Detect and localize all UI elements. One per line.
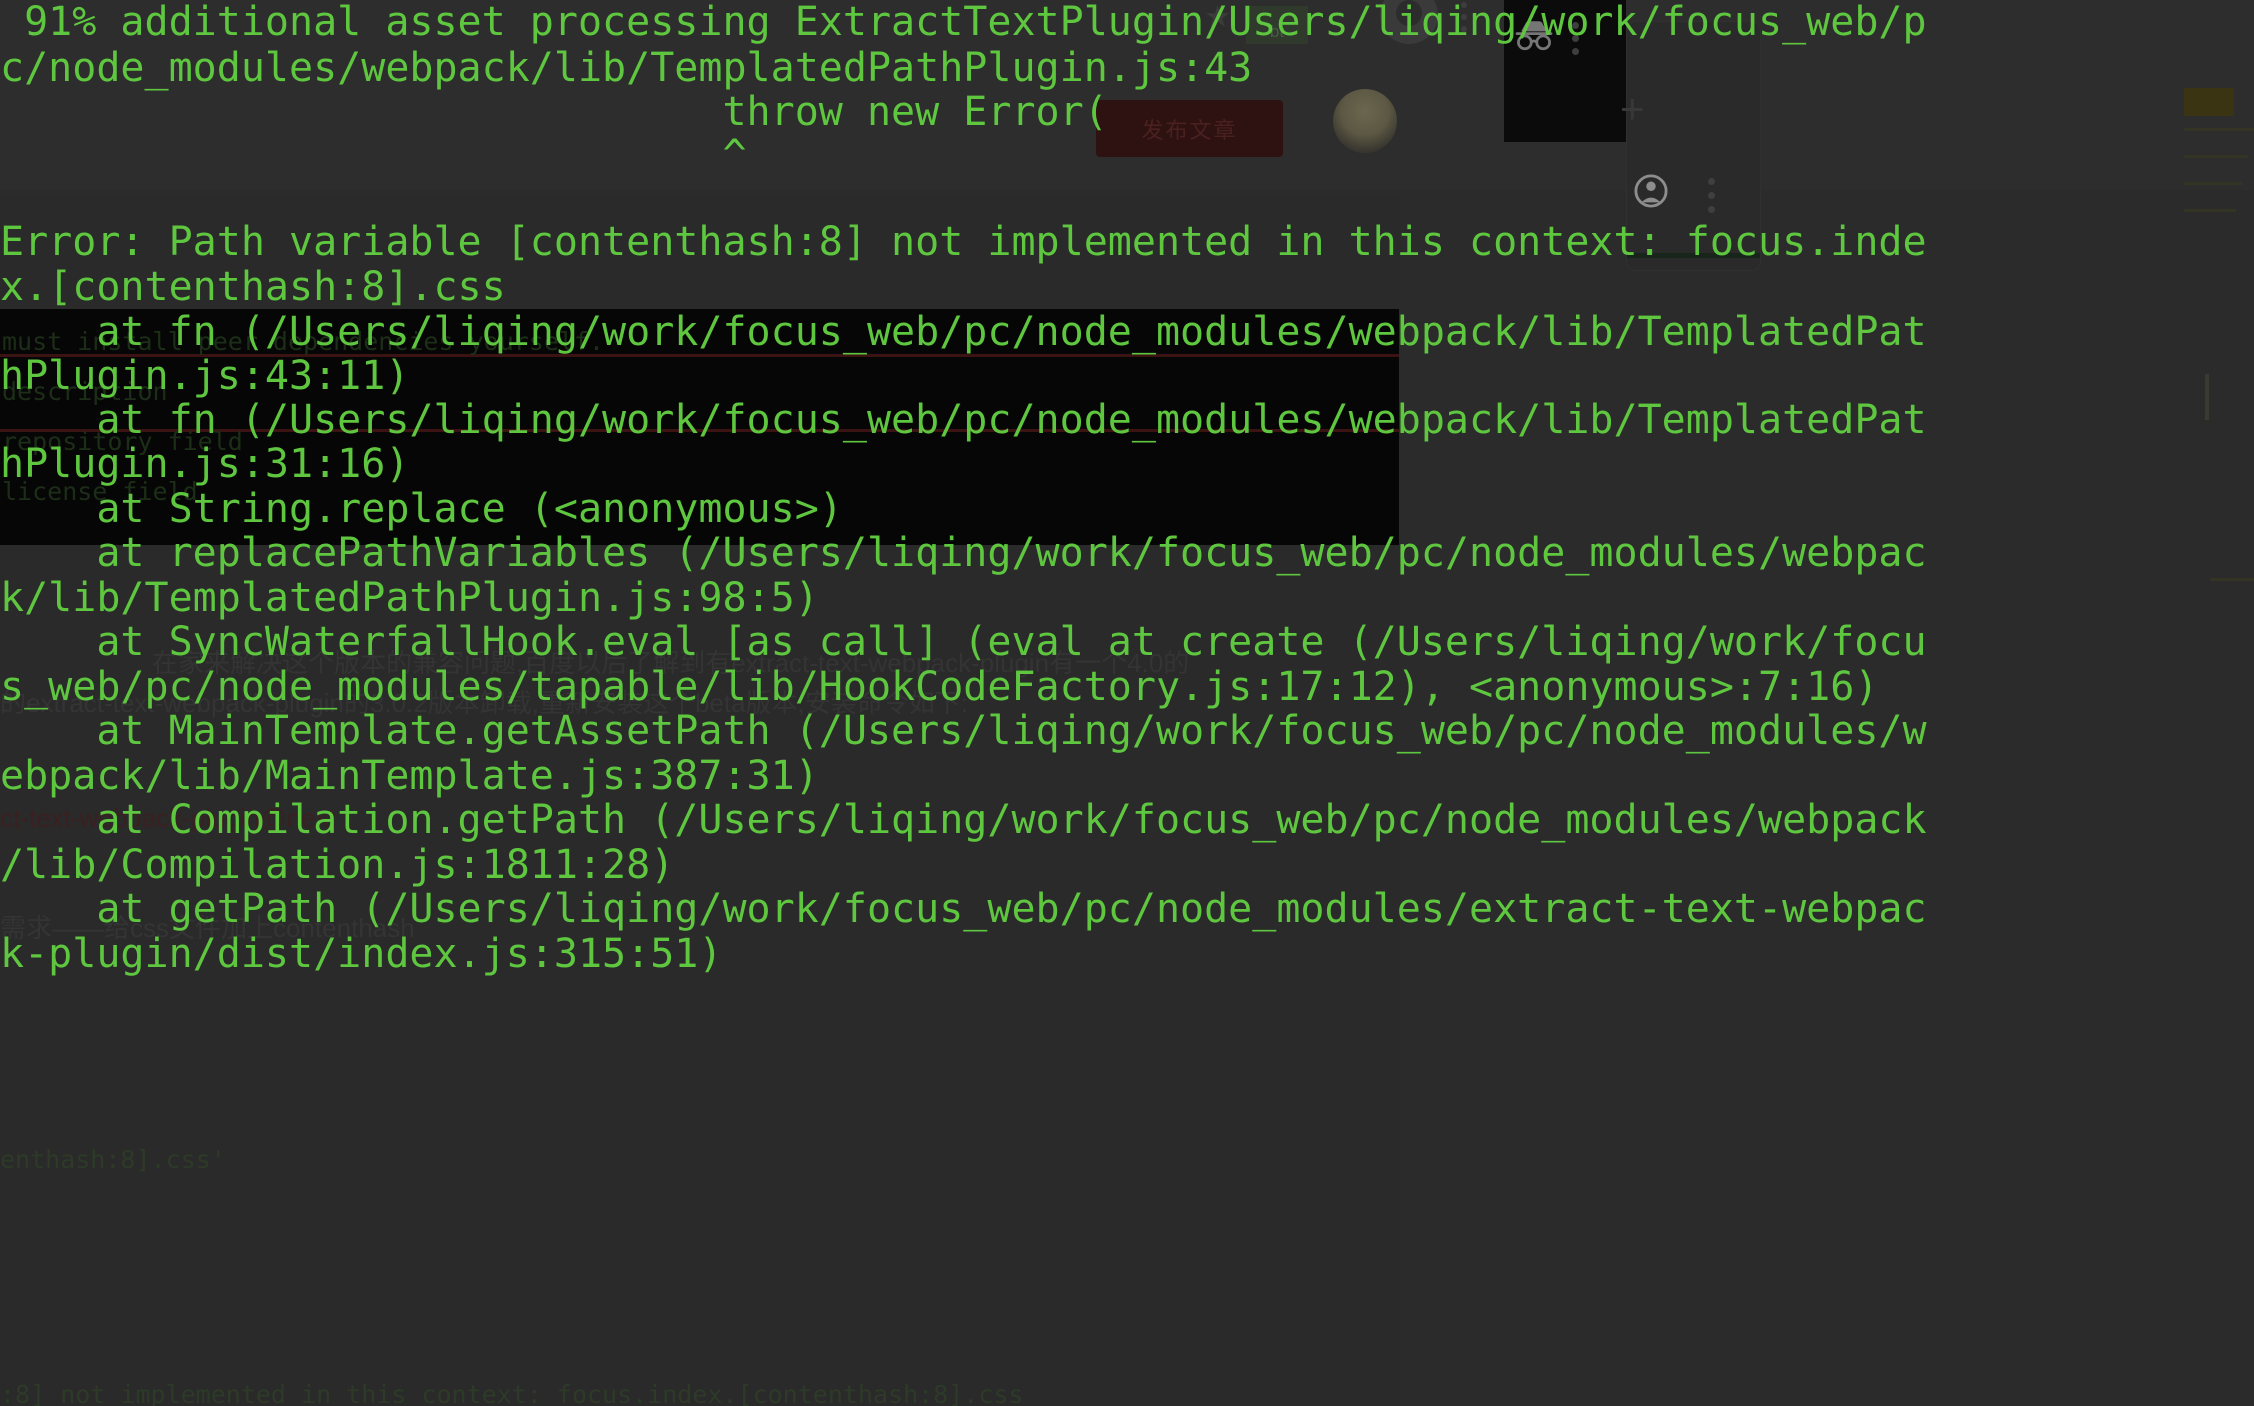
background-site-header bbox=[0, 0, 2254, 190]
error-output-panel: must install peer dependencies yourself.… bbox=[0, 309, 1399, 545]
ghost-text: repository field bbox=[2, 427, 243, 456]
article-text: enthash:8].css' bbox=[0, 1145, 226, 1174]
scrollbar-thumb[interactable] bbox=[2205, 374, 2209, 420]
incognito-icon bbox=[1515, 21, 1553, 51]
badge-label: bt bbox=[1246, 6, 1308, 44]
person-icon bbox=[1634, 174, 1668, 208]
article-text: 需求——给css文件加上contenthash bbox=[0, 913, 415, 943]
toc-selected-item[interactable] bbox=[2184, 88, 2234, 116]
publish-article-button[interactable]: 发布文章 bbox=[1096, 100, 1283, 157]
article-text: 的extract-text-webpack-plugin的3.0.2版本卸载,重… bbox=[0, 688, 969, 718]
kebab-menu-icon[interactable] bbox=[1708, 178, 1715, 213]
article-text: :8] not implemented in this context: foc… bbox=[0, 1380, 1024, 1406]
toc-item[interactable] bbox=[2210, 578, 2254, 581]
background-webpage: ★ bt 发布文章 must install peer dependencies… bbox=[0, 0, 2254, 1406]
ghost-text: must install peer dependencies yourself. bbox=[2, 327, 605, 356]
toc-item[interactable] bbox=[2184, 209, 2236, 212]
star-icon[interactable]: ★ bbox=[1205, 0, 1230, 34]
article-text: ct-text-webpack-plugin@next bbox=[0, 803, 336, 833]
toc-item[interactable] bbox=[2184, 128, 2254, 131]
plus-icon[interactable]: + bbox=[1620, 88, 1645, 130]
kebab-menu-icon[interactable] bbox=[1572, 22, 1579, 55]
article-text: 在家来解决这个版本的兼容问题,百度以后了解到有extract-text-webp… bbox=[152, 648, 1190, 678]
screen-root: ★ bt 发布文章 must install peer dependencies… bbox=[0, 0, 2254, 1406]
kebab-menu-icon[interactable] bbox=[1461, 2, 1467, 32]
ghost-text: license field bbox=[2, 477, 198, 506]
profile-card[interactable] bbox=[1626, 21, 1761, 271]
toc-item[interactable] bbox=[2184, 155, 2248, 158]
table-of-contents[interactable] bbox=[2184, 88, 2254, 581]
avatar[interactable] bbox=[1333, 89, 1397, 153]
toc-item[interactable] bbox=[2184, 182, 2242, 185]
ghost-text: description bbox=[2, 377, 168, 406]
